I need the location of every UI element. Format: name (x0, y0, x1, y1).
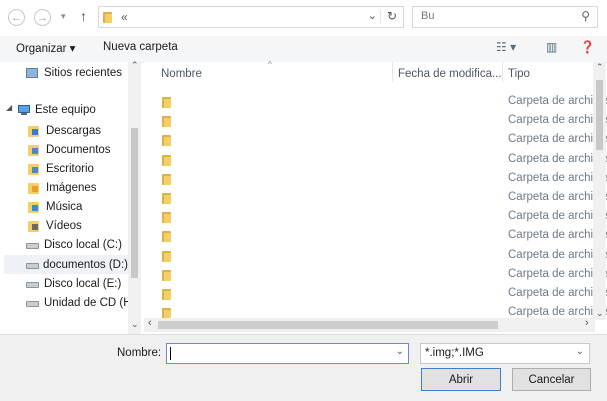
filename-input[interactable]: ⌄ (166, 343, 409, 364)
nav-item-label: Documentos (46, 143, 111, 156)
toolbar: Organizar ▾ Nueva carpeta ☷ ▾ ▥ ❓ (0, 36, 607, 63)
search-input[interactable]: Bu ⚲ (412, 6, 598, 28)
scroll-up-icon[interactable]: ⌃ (131, 60, 139, 71)
nav-item-label: Imágenes (46, 181, 97, 194)
navigation-scrollbar[interactable] (128, 62, 141, 334)
scrollbar-thumb[interactable] (158, 321, 498, 329)
folder-icon[interactable] (162, 96, 172, 108)
downloads-icon (28, 125, 42, 137)
folder-icon[interactable] (162, 154, 172, 166)
search-placeholder: Bu (421, 10, 435, 22)
text-caret (170, 347, 171, 360)
cd-drive-icon (26, 297, 40, 309)
folder-icon[interactable] (162, 134, 172, 146)
folder-icon[interactable] (162, 115, 172, 127)
column-name-header[interactable]: Nombre (161, 68, 202, 80)
column-type-header[interactable]: Tipo (508, 68, 530, 80)
open-button[interactable]: Abrir (421, 368, 501, 391)
nav-item-label: documentos (D:) (42, 258, 128, 271)
music-icon (28, 201, 42, 213)
nav-item[interactable]: Unidad de CD (H (26, 293, 132, 312)
chevron-down-icon[interactable]: ⌄ (368, 9, 377, 22)
folder-icon[interactable] (162, 250, 172, 262)
scrollbar-thumb[interactable] (596, 80, 603, 150)
pictures-icon (28, 182, 42, 194)
nav-item[interactable]: Documentos (28, 140, 111, 159)
documents-icon (28, 144, 42, 156)
help-icon[interactable]: ❓ (580, 40, 595, 54)
folder-icon[interactable] (162, 173, 172, 185)
videos-icon (28, 220, 42, 232)
nav-item[interactable]: Disco local (C:) (26, 235, 122, 254)
organize-button[interactable]: Organizar ▾ (16, 41, 75, 55)
expand-icon[interactable]: ◢ (6, 103, 12, 112)
nav-item-label: Sitios recientes (44, 66, 122, 79)
column-date-header[interactable]: Fecha de modifica... (398, 68, 502, 80)
nav-item-label: Disco local (C:) (44, 238, 122, 251)
column-divider[interactable] (502, 62, 503, 82)
back-arrow-icon[interactable]: ← (8, 9, 25, 26)
column-divider[interactable] (392, 62, 393, 82)
up-arrow-icon[interactable]: ↑ (80, 8, 87, 24)
preview-pane-icon[interactable]: ▥ (546, 40, 557, 54)
folder-icon[interactable] (162, 192, 172, 204)
scroll-down-icon[interactable]: ⌄ (131, 319, 139, 330)
folder-icon[interactable] (162, 269, 172, 281)
view-options-icon[interactable]: ☷ ▾ (496, 40, 516, 54)
nav-item[interactable]: Música (28, 197, 82, 216)
refresh-icon[interactable]: ↻ (387, 9, 397, 23)
drive-icon (26, 259, 39, 271)
nav-item-label: Este equipo (35, 103, 96, 116)
recent-places-icon (26, 67, 40, 79)
nav-item-label: Música (46, 200, 83, 213)
nav-item-label: Vídeos (46, 219, 82, 232)
new-folder-button[interactable]: Nueva carpeta (103, 41, 178, 53)
nav-item-label: Disco local (E:) (44, 277, 122, 290)
address-field[interactable]: « ⌄ ↻ (98, 6, 404, 28)
desktop-icon (28, 163, 42, 175)
list-vertical-scrollbar[interactable] (593, 62, 606, 320)
drive-icon (26, 278, 40, 290)
nav-item[interactable]: Descargas (28, 121, 101, 140)
nav-item-label: Unidad de CD (H (44, 296, 132, 309)
nav-item[interactable]: Sitios recientes (26, 63, 122, 82)
nav-item-label: Escritorio (46, 162, 94, 175)
file-type-select[interactable]: *.img;*.IMG ⌄ (420, 343, 590, 364)
nav-item-label: Descargas (46, 124, 101, 137)
cancel-button[interactable]: Cancelar (512, 368, 591, 391)
chevron-down-icon[interactable]: ⌄ (576, 346, 584, 357)
chevron-down-icon[interactable]: ⌄ (396, 346, 404, 357)
scroll-down-icon[interactable]: ⌄ (596, 308, 604, 319)
nav-item[interactable]: documentos (D:) (4, 255, 128, 274)
recent-locations-chevron-icon[interactable]: ▾ (61, 11, 66, 22)
folder-icon[interactable] (162, 230, 172, 242)
computer-icon (17, 104, 31, 116)
nav-item[interactable]: Este equipo (17, 100, 96, 119)
scrollbar-thumb[interactable] (131, 128, 138, 278)
search-icon: ⚲ (581, 9, 590, 23)
nav-item[interactable]: Imágenes (28, 178, 97, 197)
nav-item[interactable]: Escritorio (28, 159, 94, 178)
scroll-up-icon[interactable]: ⌃ (596, 62, 604, 73)
file-type-value: *.img;*.IMG (425, 347, 484, 359)
nav-item[interactable]: Disco local (E:) (26, 274, 121, 293)
scroll-right-icon[interactable]: › (585, 317, 589, 329)
list-horizontal-scrollbar[interactable] (144, 318, 595, 332)
breadcrumb: « (121, 10, 128, 24)
folder-icon[interactable] (162, 288, 172, 300)
forward-arrow-icon[interactable]: → (34, 9, 51, 26)
filename-label: Nombre: (117, 347, 162, 359)
drive-icon (26, 239, 40, 251)
divider (380, 10, 381, 24)
address-bar-row: ← → ▾ ↑ « ⌄ ↻ Bu ⚲ (0, 0, 607, 36)
folder-icon[interactable] (162, 211, 172, 223)
nav-item[interactable]: Vídeos (28, 216, 82, 235)
scroll-left-icon[interactable]: ‹ (148, 317, 152, 329)
sort-indicator-icon: ^ (268, 60, 272, 69)
